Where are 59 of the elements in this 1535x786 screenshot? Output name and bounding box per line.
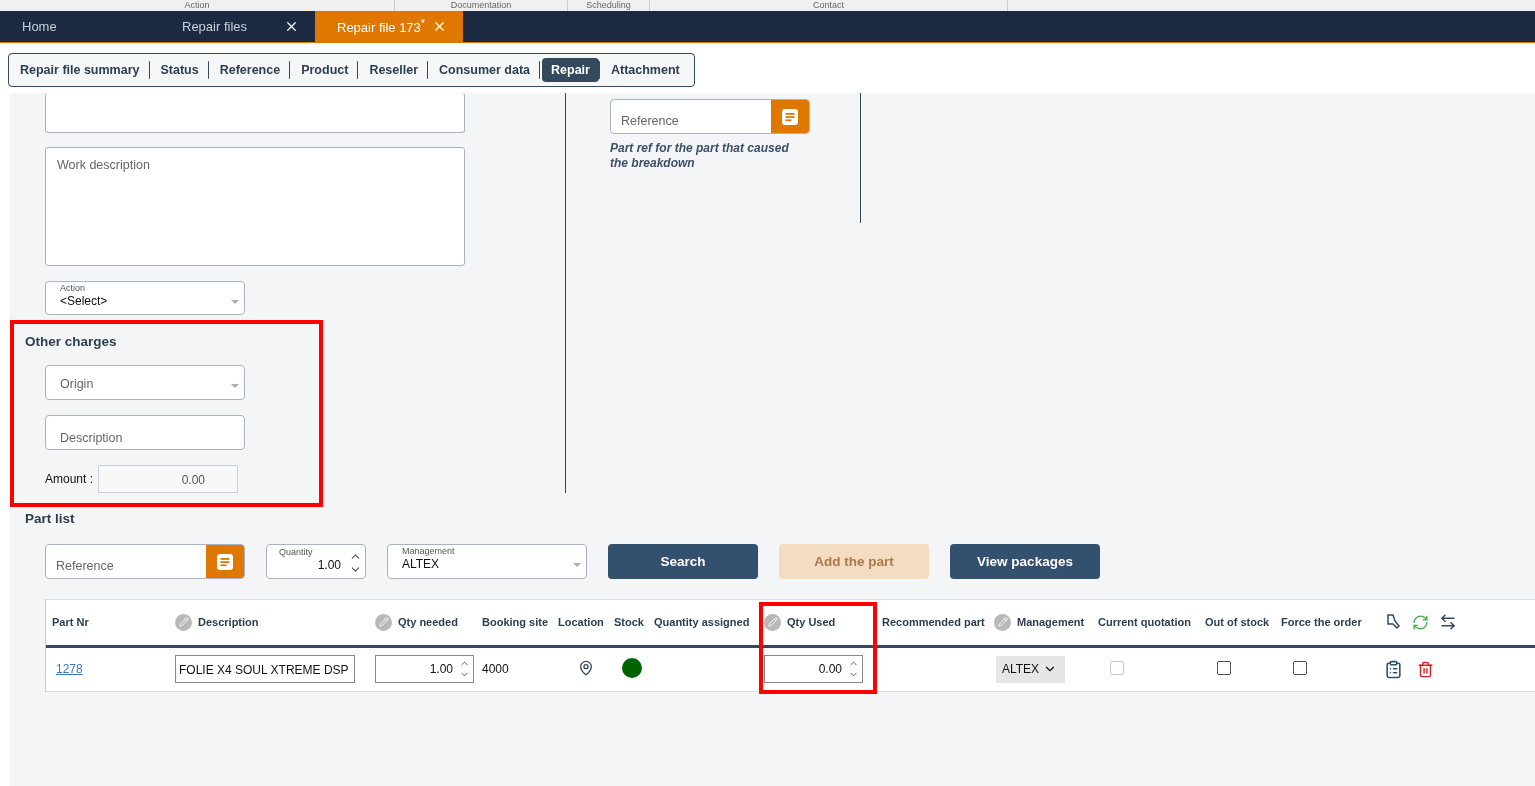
- column-header: Management: [1017, 616, 1085, 629]
- column-header: Description: [198, 616, 259, 629]
- reference-field[interactable]: Reference: [45, 544, 245, 579]
- amount-label: Amount :: [45, 472, 94, 486]
- close-icon[interactable]: [284, 19, 299, 34]
- hint-text: Part ref for the part that caused the breakdown: [610, 141, 790, 171]
- notes-icon: [781, 107, 799, 126]
- caret-icon: [231, 299, 239, 304]
- column-header: Recommended part: [882, 616, 985, 629]
- action-button[interactable]: View packages: [950, 544, 1100, 579]
- section-tab[interactable]: Consumer data: [430, 58, 540, 82]
- qty-used-field[interactable]: 0.00: [764, 655, 863, 683]
- checkbox[interactable]: [1293, 660, 1307, 675]
- work-description-field[interactable]: Work description: [45, 147, 465, 266]
- section-tab[interactable]: Product: [292, 58, 358, 82]
- clipboard-list-icon[interactable]: [1384, 659, 1403, 679]
- management-select[interactable]: ALTEX: [996, 655, 1065, 683]
- refresh-icon[interactable]: [1412, 613, 1429, 631]
- section-tab[interactable]: Status: [151, 58, 208, 82]
- management-select[interactable]: Management ALTEX: [387, 544, 587, 579]
- action-button[interactable]: Search: [608, 544, 758, 579]
- part-number-link[interactable]: 1278: [56, 662, 83, 676]
- nav-tab[interactable]: Home: [0, 11, 160, 42]
- column-header: Part Nr: [52, 616, 89, 629]
- column-header: Force the order: [1281, 616, 1362, 629]
- lookup-button[interactable]: [771, 100, 809, 133]
- description-field[interactable]: Description: [45, 415, 245, 450]
- nav-tab[interactable]: Repair files: [160, 11, 315, 42]
- origin-select[interactable]: Origin: [45, 365, 245, 400]
- column-header: Qty Used: [787, 616, 836, 629]
- location-pin-icon[interactable]: [578, 659, 594, 676]
- reference-field[interactable]: Reference: [610, 99, 810, 134]
- column-header: Booking site: [482, 616, 548, 629]
- column-header: Qty needed: [398, 616, 458, 629]
- column-header: Location: [558, 616, 604, 629]
- column-header: Stock: [614, 616, 644, 629]
- section-tab[interactable]: Repair: [542, 58, 599, 82]
- description-field[interactable]: FOLIE X4 SOUL XTREME DSP: [175, 655, 355, 683]
- action-select[interactable]: Action <Select>: [45, 280, 245, 316]
- column-header: Out of stock: [1205, 616, 1270, 629]
- section-title: Part list: [25, 511, 76, 526]
- swap-icon[interactable]: [1439, 613, 1457, 632]
- lookup-button[interactable]: [206, 545, 244, 578]
- section-tab[interactable]: Reference: [210, 58, 290, 82]
- amount-field[interactable]: 0.00: [98, 465, 239, 493]
- quantity-field[interactable]: Quantity 1.00: [266, 544, 366, 579]
- section-tab[interactable]: Attachment: [601, 58, 689, 82]
- column-header: Current quotation: [1098, 616, 1191, 629]
- notes-icon: [216, 552, 234, 571]
- section-title: Other charges: [25, 334, 118, 349]
- section-tab[interactable]: Repair file summary: [11, 58, 149, 82]
- caret-icon: [573, 563, 581, 567]
- column-header: Quantity assigned: [654, 616, 750, 629]
- checkbox[interactable]: [1217, 660, 1231, 675]
- section-tab[interactable]: Reseller: [360, 58, 428, 82]
- qty-needed-field[interactable]: 1.00: [375, 655, 474, 683]
- caret-icon: [231, 384, 239, 388]
- table-cell: 4000: [482, 662, 509, 676]
- delete-icon[interactable]: [1417, 660, 1434, 678]
